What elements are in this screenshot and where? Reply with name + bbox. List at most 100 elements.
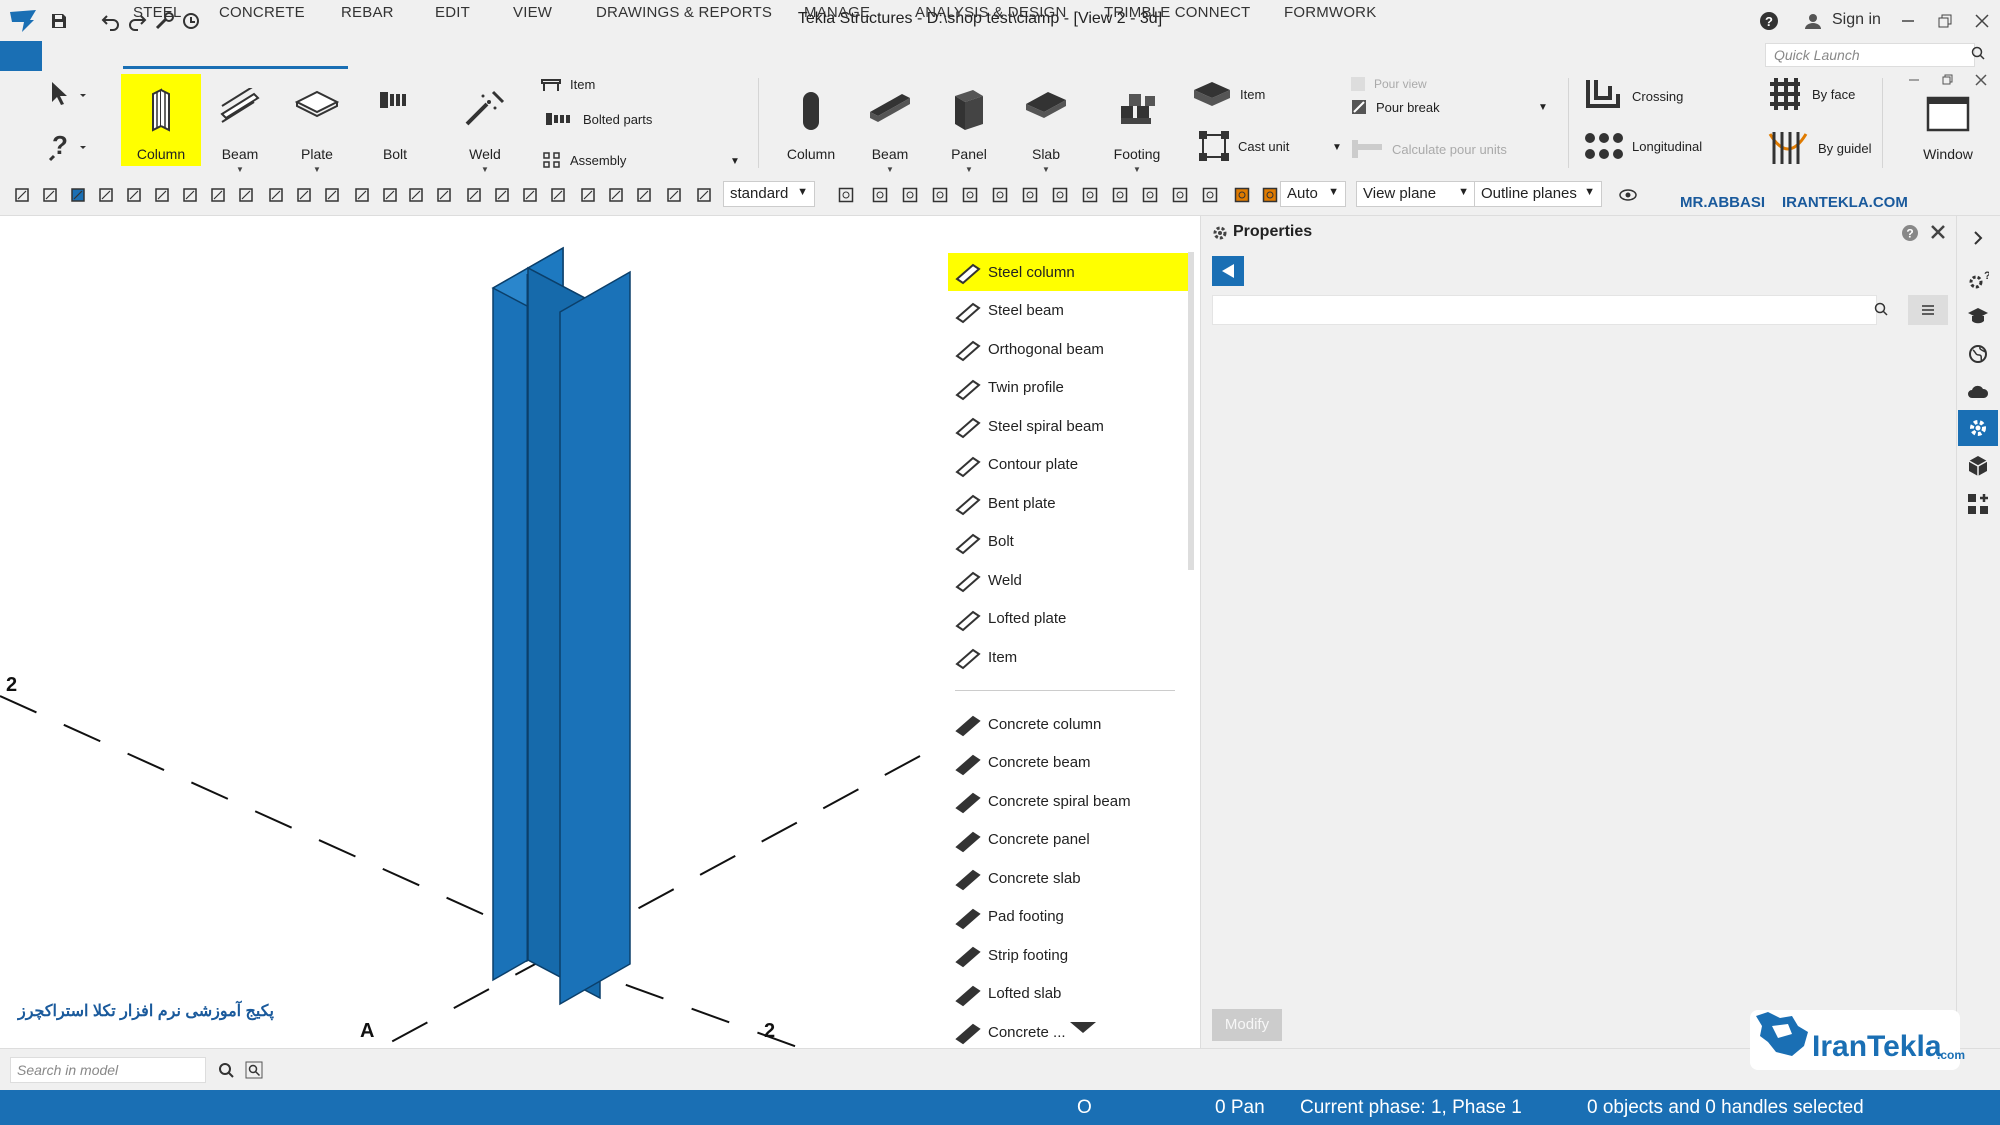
properties-search-input[interactable]	[1212, 295, 1877, 325]
select-in-assemblies-icon[interactable]	[634, 185, 654, 205]
snap-switch-10-icon[interactable]	[1110, 185, 1130, 205]
catalog-concrete-item[interactable]: Concrete beam	[948, 744, 1190, 782]
catalog-scrollbar[interactable]	[1188, 252, 1194, 570]
select-assembly-icon[interactable]	[380, 185, 400, 205]
quick-launch-input[interactable]: Quick Launch	[1765, 43, 1975, 67]
select-in-components-icon[interactable]	[606, 185, 626, 205]
select-weld-single-icon[interactable]	[464, 185, 484, 205]
snap-switch-4-icon[interactable]	[930, 185, 950, 205]
footing-button[interactable]: Footing ▼	[1102, 74, 1172, 174]
plate-button[interactable]: Plate ▼	[282, 74, 352, 174]
properties-gear-icon[interactable]	[1958, 410, 1998, 446]
tab-manage[interactable]: MANAGE	[804, 4, 870, 21]
calculate-pour-units-button[interactable]: Calculate pour units	[1350, 136, 1507, 162]
select-rebar-group-icon[interactable]	[492, 185, 512, 205]
cube-icon[interactable]	[1958, 448, 1998, 484]
snap-switch-13-icon[interactable]	[1200, 185, 1220, 205]
by-face-rebar-button[interactable]: By face	[1766, 74, 1855, 114]
search-in-model-input[interactable]: Search in model	[10, 1057, 206, 1083]
catalog-steel-item[interactable]: Bent plate	[948, 484, 1190, 522]
select-bolt-single-icon[interactable]	[434, 185, 454, 205]
select-rebar-single-icon[interactable]	[520, 185, 540, 205]
history-icon[interactable]	[178, 8, 204, 34]
snap-switch-8-icon[interactable]	[1050, 185, 1070, 205]
help-pointer-icon[interactable]: ?	[48, 130, 88, 164]
catalog-concrete-item[interactable]: Strip footing	[948, 936, 1190, 974]
select-reinforcing-icon[interactable]	[322, 185, 342, 205]
view-plane-dropdown[interactable]: View plane ▼	[1356, 181, 1476, 207]
weld-button[interactable]: Weld ▼	[450, 74, 520, 174]
tab-rebar[interactable]: REBAR	[341, 4, 394, 21]
select-views-icon[interactable]	[236, 185, 256, 205]
catalog-steel-item[interactable]: Weld	[948, 561, 1190, 599]
select-surface-treatment-icon[interactable]	[578, 185, 598, 205]
concrete-panel-button[interactable]: Panel ▼	[934, 74, 1004, 174]
by-guideline-rebar-button[interactable]: By guidel	[1766, 128, 1871, 168]
assembly-button[interactable]: Assembly	[542, 151, 626, 169]
steel-column-button[interactable]: Column	[121, 74, 201, 166]
select-all-icon[interactable]	[12, 185, 32, 205]
select-cuts-icon[interactable]	[208, 185, 228, 205]
eye-icon[interactable]	[1618, 185, 1638, 205]
chevron-down-icon[interactable]: ▼	[730, 156, 740, 167]
catalog-steel-item[interactable]: Contour plate	[948, 446, 1190, 484]
snap-switch-14-icon[interactable]	[1232, 185, 1252, 205]
search-icon[interactable]	[218, 1062, 234, 1078]
select-points-icon[interactable]	[124, 185, 144, 205]
tab-edit[interactable]: EDIT	[435, 4, 470, 21]
status-current-phase[interactable]: Current phase: 1, Phase 1	[1300, 1097, 1522, 1119]
snap-switch-2-icon[interactable]	[870, 185, 890, 205]
chevron-down-icon[interactable]: ▼	[1538, 102, 1548, 113]
tab-drawings-reports[interactable]: DRAWINGS & REPORTS	[596, 4, 772, 21]
concrete-beam-button[interactable]: Beam ▼	[855, 74, 925, 174]
tab-trimble-connect[interactable]: TRIMBLE CONNECT	[1104, 4, 1250, 21]
undo-icon[interactable]	[98, 8, 124, 34]
steel-item-button[interactable]: Item	[540, 76, 595, 92]
snap-switch-5-icon[interactable]	[960, 185, 980, 205]
settings-help-icon[interactable]: ?	[1958, 262, 1998, 298]
scroll-down-icon[interactable]	[1068, 1020, 1098, 1034]
tab-concrete[interactable]: CONCRETE	[219, 4, 305, 21]
outline-planes-dropdown[interactable]: Outline planes ▼	[1474, 181, 1602, 207]
bolted-parts-button[interactable]: Bolted parts	[545, 111, 652, 127]
expand-chevron-icon[interactable]	[1958, 220, 1998, 256]
search-icon[interactable]	[1971, 46, 1985, 60]
tab-formwork[interactable]: FORMWORK	[1284, 4, 1376, 21]
catalog-concrete-item[interactable]: Concrete panel	[948, 821, 1190, 859]
longitudinal-rebar-button[interactable]: Longitudinal	[1584, 130, 1702, 162]
select-zoom-icon[interactable]	[694, 185, 714, 205]
select-welds-icon[interactable]	[180, 185, 200, 205]
select-nested-icon[interactable]	[664, 185, 684, 205]
snap-depth-dropdown[interactable]: Auto ▼	[1280, 181, 1346, 207]
select-plane-icon[interactable]	[548, 185, 568, 205]
pour-break-button[interactable]: Pour break	[1350, 98, 1440, 116]
catalog-concrete-item[interactable]: Concrete column	[948, 705, 1190, 743]
snap-switch-11-icon[interactable]	[1140, 185, 1160, 205]
components-icon[interactable]	[1958, 486, 1998, 522]
help-icon[interactable]: ?	[1756, 8, 1782, 34]
concrete-item-button[interactable]: Item	[1192, 80, 1265, 108]
select-bolts-icon[interactable]	[266, 185, 286, 205]
pour-view-button[interactable]: Pour view	[1350, 76, 1427, 92]
ribbon-close-icon[interactable]	[1975, 74, 1987, 86]
sign-in-link[interactable]: Sign in	[1832, 11, 1881, 29]
catalog-steel-item[interactable]: Steel spiral beam	[948, 407, 1190, 445]
snap-switch-3-icon[interactable]	[900, 185, 920, 205]
catalog-steel-item[interactable]: Orthogonal beam	[948, 330, 1190, 368]
chevron-down-icon[interactable]: ▼	[1332, 142, 1342, 153]
concrete-column-button[interactable]: Column	[776, 74, 846, 166]
catalog-steel-item[interactable]: Steel beam	[948, 292, 1190, 330]
ribbon-minimize-icon[interactable]	[1908, 74, 1920, 86]
graduation-cap-icon[interactable]	[1958, 298, 1998, 334]
select-grid-icon[interactable]	[96, 185, 116, 205]
modify-button[interactable]: Modify	[1212, 1009, 1282, 1041]
close-icon[interactable]	[1969, 8, 1995, 34]
tab-steel[interactable]: STEEL	[133, 4, 182, 21]
bolt-button[interactable]: Bolt	[360, 74, 430, 166]
tekla-logo-icon[interactable]	[6, 4, 40, 38]
search-icon[interactable]	[1874, 302, 1888, 316]
concrete-slab-button[interactable]: Slab ▼	[1011, 74, 1081, 174]
search-options-icon[interactable]	[245, 1061, 263, 1079]
properties-menu-button[interactable]	[1908, 295, 1948, 325]
minimize-icon[interactable]	[1895, 8, 1921, 34]
